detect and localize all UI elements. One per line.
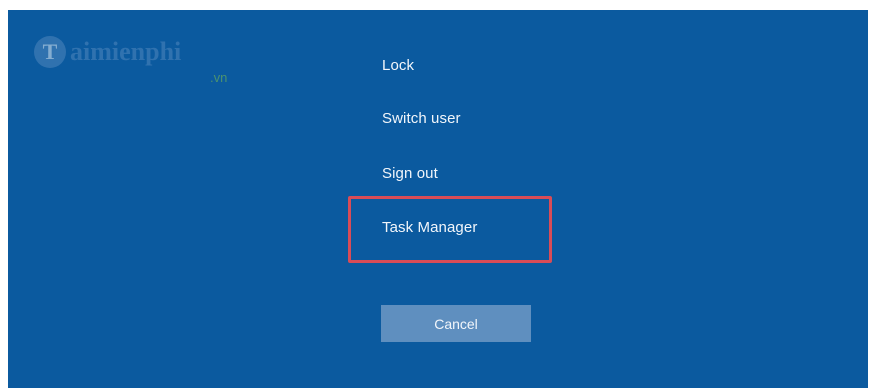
logo-tld: .vn bbox=[210, 70, 227, 85]
lock-option[interactable]: Lock bbox=[382, 56, 414, 76]
security-options-screen: T aimienphi .vn Lock Switch user Sign ou… bbox=[8, 10, 868, 388]
watermark-logo: T aimienphi .vn bbox=[32, 30, 272, 100]
task-manager-highlight-box bbox=[348, 196, 552, 263]
logo-wordmark: aimienphi bbox=[70, 37, 181, 66]
sign-out-option[interactable]: Sign out bbox=[382, 164, 438, 184]
logo-graphic: T aimienphi .vn bbox=[34, 36, 227, 85]
logo-initial: T bbox=[43, 39, 58, 64]
switch-user-option[interactable]: Switch user bbox=[382, 109, 461, 129]
cancel-button[interactable]: Cancel bbox=[381, 305, 531, 342]
